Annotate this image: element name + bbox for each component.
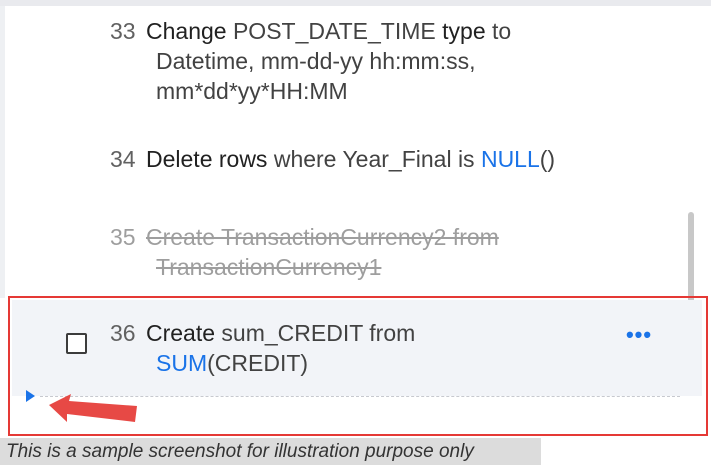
step-number: 34: [110, 146, 136, 172]
recipe-steps-panel: 33 Change POST_DATE_TIME type to Datetime…: [0, 0, 711, 465]
step-35-deleted[interactable]: 35 Create TransactionCurrency2 from Trans…: [110, 222, 590, 282]
step-text-line-2: TransactionCurrency1: [156, 254, 382, 280]
step-function: NULL: [480, 146, 540, 172]
step-34[interactable]: 34 Delete rows where Year_Final is NULL(): [110, 144, 590, 174]
step-33[interactable]: 33 Change POST_DATE_TIME type to Datetime…: [110, 16, 590, 106]
highlight-annotation-box: [8, 296, 708, 436]
panel-left-edge: [0, 6, 5, 298]
step-number: 33: [110, 18, 136, 44]
step-text: Create TransactionCurrency2 from: [146, 224, 499, 250]
caption-text: This is a sample screenshot for illustra…: [6, 441, 474, 462]
step-text: POST_DATE_TIME: [226, 18, 443, 44]
step-text: where Year_Final is: [267, 146, 481, 172]
step-text-2: (): [539, 146, 556, 172]
step-text-2: to: [485, 18, 512, 44]
step-keyword-2: type: [442, 18, 486, 44]
step-text-line-2: Datetime, mm-dd-yy hh:mm:ss,: [156, 48, 476, 74]
step-keyword: Change: [146, 18, 227, 44]
panel-top-border: [0, 0, 711, 6]
step-keyword: Delete rows: [146, 146, 268, 172]
step-number: 35: [110, 224, 136, 250]
step-text-line-3: mm*dd*yy*HH:MM: [156, 78, 348, 104]
